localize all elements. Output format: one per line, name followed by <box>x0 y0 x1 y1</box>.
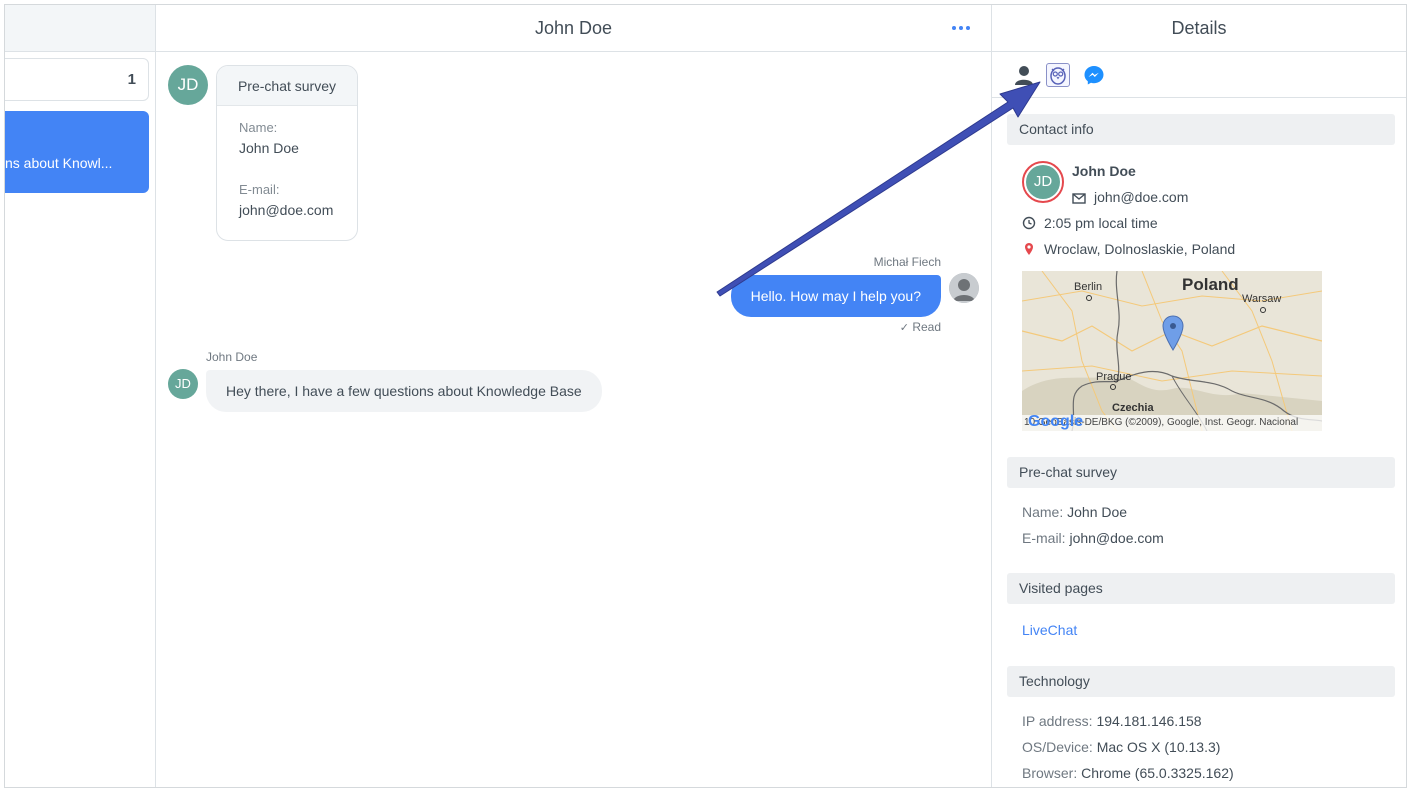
map-label-region: Czechia <box>1112 402 1154 414</box>
survey-name-row: Name: John Doe <box>1022 504 1127 520</box>
survey-email-row: E-mail: john@doe.com <box>1022 530 1164 546</box>
chat-list-panel: 1 ns about Knowl... <box>5 5 156 787</box>
survey-email-label: E-mail: <box>1022 530 1066 546</box>
survey-name-label: Name: <box>239 120 278 135</box>
read-status: ✓ Read <box>900 320 941 334</box>
customer-avatar: JD <box>168 65 208 105</box>
agent-avatar <box>949 273 979 303</box>
survey-card-title: Pre-chat survey <box>217 66 357 106</box>
location-pin-icon <box>1025 243 1033 255</box>
more-options-icon[interactable] <box>951 19 971 37</box>
os-device-value: Mac OS X (10.13.3) <box>1096 739 1221 755</box>
queue-count: 1 <box>127 71 136 88</box>
contact-avatar-initials: JD <box>1026 165 1060 199</box>
os-device-label: OS/Device: <box>1022 739 1093 755</box>
map-marker-warsaw <box>1260 307 1266 313</box>
details-tabs <box>992 52 1406 98</box>
agent-message-bubble: Hello. How may I help you? <box>730 275 941 317</box>
ip-address-value: 194.181.146.158 <box>1096 713 1202 729</box>
map-label-country: Poland <box>1182 275 1239 294</box>
customer-avatar-small: JD <box>168 369 198 399</box>
contact-info-header: Contact info <box>1007 114 1395 145</box>
map-marker-prague <box>1110 384 1116 390</box>
ip-address-row: IP address: 194.181.146.158 <box>1022 713 1202 729</box>
check-icon: ✓ <box>899 322 909 334</box>
survey-name-label: Name: <box>1022 504 1064 520</box>
contact-name: John Doe <box>1072 163 1136 179</box>
queue-counter[interactable]: 1 <box>5 58 149 101</box>
contact-email: john@doe.com <box>1094 189 1189 205</box>
google-logo: Google <box>1028 413 1084 430</box>
browser-row: Browser: Chrome (65.0.3325.162) <box>1022 765 1234 781</box>
chat-title: John Doe <box>534 18 613 38</box>
visited-page-link[interactable]: LiveChat <box>1022 622 1077 638</box>
map-pin-icon[interactable] <box>1162 315 1184 351</box>
read-status-text: Read <box>912 320 941 334</box>
messenger-icon[interactable] <box>1082 63 1106 87</box>
chat-panel: John Doe JD Pre-chat survey Name: John D… <box>156 5 992 787</box>
survey-email-value: john@doe.com <box>239 202 334 218</box>
pre-chat-survey-card: Pre-chat survey Name: John Doe E-mail: j… <box>216 65 358 241</box>
agent-photo-icon <box>949 273 979 303</box>
clock-icon <box>1022 216 1036 230</box>
survey-name-value: John Doe <box>239 140 299 156</box>
pre-chat-survey-header: Pre-chat survey <box>1007 457 1395 488</box>
owl-icon[interactable] <box>1046 63 1070 87</box>
agent-name: Michał Fiech <box>873 255 941 269</box>
chat-list-item-active[interactable]: ns about Knowl... <box>5 111 149 193</box>
chat-list-header <box>5 5 155 52</box>
chat-header: John Doe <box>156 5 991 52</box>
customer-name: John Doe <box>206 350 258 364</box>
location-map[interactable]: Poland Berlin Warsaw Prague Czechia 10 G… <box>1022 271 1322 431</box>
contact-avatar: JD <box>1022 161 1064 203</box>
visited-pages-header: Visited pages <box>1007 573 1395 604</box>
os-device-row: OS/Device: Mac OS X (10.13.3) <box>1022 739 1220 755</box>
owl-glyph-icon <box>1050 67 1066 85</box>
email-icon <box>1072 193 1086 204</box>
details-title: Details <box>992 5 1406 52</box>
technology-header: Technology <box>1007 666 1395 697</box>
survey-email-label: E-mail: <box>239 182 280 197</box>
ip-address-label: IP address: <box>1022 713 1093 729</box>
details-panel: Details Contact info JD John Doe john@do… <box>992 5 1406 787</box>
customer-message-bubble: Hey there, I have a few questions about … <box>206 370 602 412</box>
survey-email-value: john@doe.com <box>1069 530 1164 546</box>
map-label-berlin: Berlin <box>1074 281 1103 293</box>
survey-name-value: John Doe <box>1067 504 1128 520</box>
map-marker-berlin <box>1086 295 1092 301</box>
contact-local-time: 2:05 pm local time <box>1044 215 1158 231</box>
browser-label: Browser: <box>1022 765 1078 781</box>
contact-location: Wroclaw, Dolnoslaskie, Poland <box>1044 241 1236 257</box>
chat-preview-text: ns about Knowl... <box>5 155 113 171</box>
person-icon[interactable] <box>1012 63 1036 87</box>
map-label-warsaw: Warsaw <box>1242 293 1282 305</box>
app-window: 1 ns about Knowl... John Doe JD Pre-chat… <box>4 4 1407 788</box>
map-label-prague: Prague <box>1096 371 1132 383</box>
browser-value: Chrome (65.0.3325.162) <box>1081 765 1234 781</box>
